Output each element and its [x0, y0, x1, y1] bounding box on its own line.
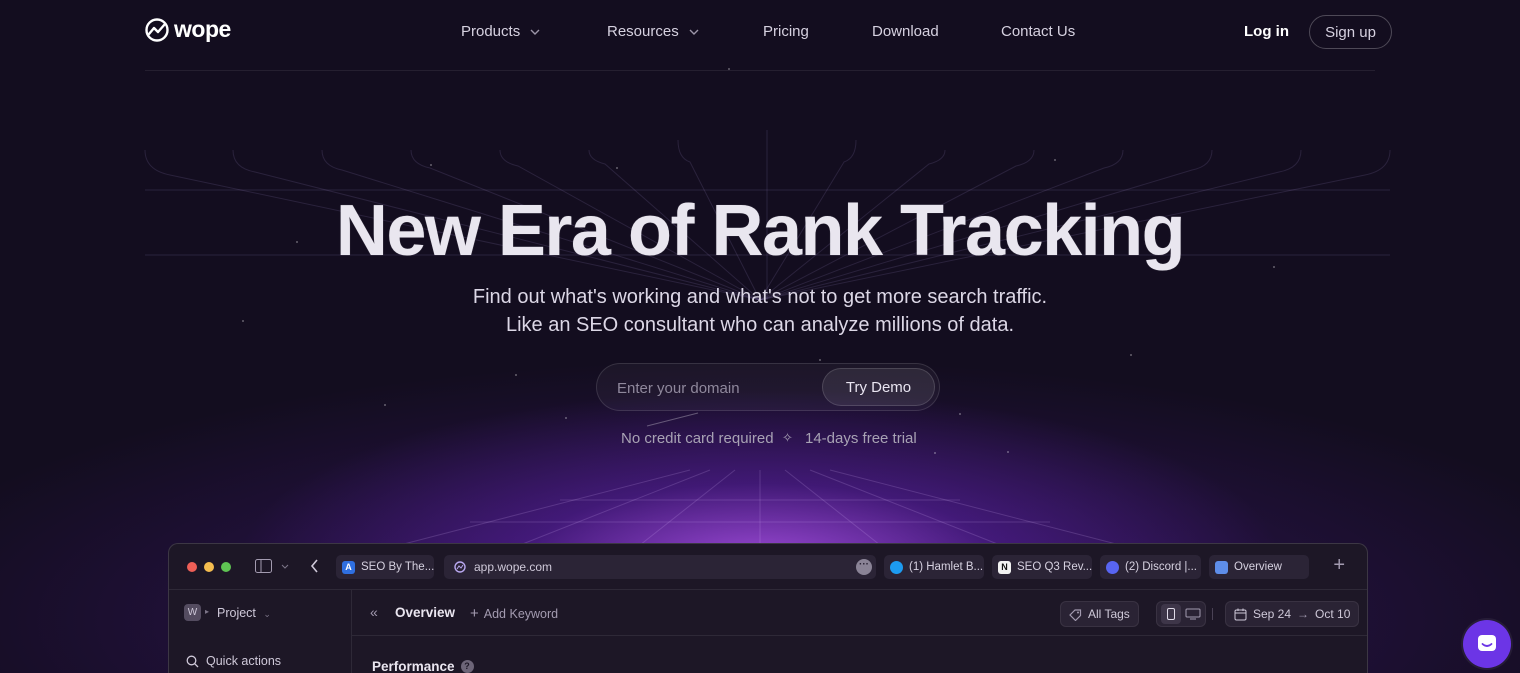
chevron-down-icon: [281, 564, 289, 569]
new-tab-plus-icon[interactable]: +: [1333, 554, 1345, 577]
domain-input[interactable]: [617, 376, 817, 400]
tab-discord[interactable]: (2) Discord |...: [1100, 555, 1201, 579]
wope-logo-icon: [145, 17, 169, 42]
calendar-icon: [1234, 608, 1247, 620]
brand-name: wope: [174, 16, 231, 42]
search-icon: [186, 655, 199, 667]
hero-headline: New Era of Rank Tracking: [335, 191, 1186, 271]
date-range-picker[interactable]: Sep 24 → Oct 10: [1225, 601, 1360, 627]
no-credit-card-note: No credit card required: [621, 430, 774, 447]
date-from: Sep 24: [1253, 607, 1292, 621]
hero-subline-2: Like an SEO consultant who can analyze m…: [505, 314, 1015, 336]
tab-label: SEO Q3 Rev...: [1017, 561, 1092, 573]
tab-label: (1) Hamlet B...: [909, 561, 984, 573]
tab-label: (2) Discord |...: [1125, 561, 1197, 573]
chat-launcher-button[interactable]: [1463, 620, 1511, 668]
nav-download[interactable]: Download: [872, 23, 939, 40]
plus-icon: +: [470, 605, 479, 622]
shop-icon: [1215, 560, 1228, 574]
toolbar-divider: [1212, 608, 1213, 620]
page-title: Overview: [395, 605, 456, 620]
more-options-icon[interactable]: ···: [856, 559, 872, 575]
device-toggle: [1156, 601, 1206, 627]
twitter-icon: [890, 560, 903, 574]
signup-button[interactable]: Sign up: [1309, 15, 1392, 49]
app-preview-window: A SEO By The... app.wope.com ··· (1) Ham…: [168, 543, 1368, 673]
mobile-icon: [1167, 608, 1175, 620]
tab-label: SEO By The...: [361, 561, 434, 573]
tab-label: Overview: [1234, 561, 1282, 573]
hero-subline-1: Find out what's working and what's not t…: [472, 286, 1048, 308]
app-toolbar: « Overview + Add Keyword All Tags Sep 24 …: [352, 590, 1367, 636]
performance-label: Performance: [372, 659, 455, 673]
minimize-dot: [204, 562, 214, 572]
collapse-icon[interactable]: «: [370, 604, 378, 620]
chat-icon: [1478, 635, 1496, 651]
wope-favicon-icon: [454, 561, 466, 573]
tab-overview[interactable]: Overview: [1209, 555, 1309, 579]
top-navigation: wope Products Resources Pricing Download…: [0, 0, 1520, 70]
url-text: app.wope.com: [474, 560, 553, 574]
chevron-down-icon: ⌄: [263, 609, 271, 619]
login-link[interactable]: Log in: [1244, 23, 1289, 40]
browser-titlebar: A SEO By The... app.wope.com ··· (1) Ham…: [169, 544, 1367, 590]
chevron-down-icon: [530, 29, 540, 35]
nav-resources-label: Resources: [607, 23, 679, 40]
nav-resources[interactable]: Resources: [607, 23, 699, 40]
caret-right-icon: ▸: [205, 607, 210, 616]
domain-form: Try Demo: [596, 363, 940, 411]
project-selector[interactable]: Project ⌄: [217, 606, 271, 620]
tags-filter[interactable]: All Tags: [1060, 601, 1139, 627]
add-keyword-label: Add Keyword: [483, 607, 559, 621]
arrow-right-icon: →: [1297, 607, 1310, 621]
close-dot: [187, 562, 197, 572]
date-to: Oct 10: [1315, 607, 1351, 621]
tab-favicon-icon: A: [342, 560, 355, 574]
sparkle-icon: ✧: [782, 430, 793, 445]
tag-icon: [1069, 608, 1082, 621]
nav-pricing[interactable]: Pricing: [763, 23, 809, 40]
url-bar[interactable]: app.wope.com ···: [444, 555, 876, 579]
mobile-toggle[interactable]: [1161, 604, 1181, 624]
add-keyword-button[interactable]: + Add Keyword: [470, 605, 558, 622]
quick-actions-label: Quick actions: [206, 654, 282, 668]
performance-section-title: Performance ?: [372, 659, 474, 673]
sidebar-toggle-icon[interactable]: [255, 559, 272, 573]
project-avatar: W: [184, 604, 201, 621]
tab-hamlet[interactable]: (1) Hamlet B...: [884, 555, 984, 579]
app-sidebar: W ▸ Project ⌄ Quick actions: [169, 590, 352, 673]
free-trial-note: 14-days free trial: [805, 430, 917, 447]
chevron-down-icon: [689, 29, 699, 35]
tags-filter-label: All Tags: [1088, 607, 1130, 621]
maximize-dot: [221, 562, 231, 572]
help-icon[interactable]: ?: [460, 660, 474, 673]
notion-icon: N: [998, 560, 1011, 574]
desktop-icon[interactable]: [1185, 608, 1201, 620]
back-arrow-icon[interactable]: [310, 559, 319, 573]
tab-seo-q3[interactable]: N SEO Q3 Rev...: [992, 555, 1092, 579]
nav-products[interactable]: Products: [461, 23, 540, 40]
nav-divider: [145, 70, 1375, 71]
nav-contact-us[interactable]: Contact Us: [1001, 23, 1075, 40]
brand-logo[interactable]: wope: [144, 16, 231, 43]
quick-actions[interactable]: Quick actions: [186, 654, 281, 668]
discord-icon: [1106, 560, 1119, 574]
try-demo-button[interactable]: Try Demo: [822, 368, 935, 406]
project-label: Project: [217, 606, 256, 620]
nav-products-label: Products: [461, 23, 521, 40]
tab-seo-by-the[interactable]: A SEO By The...: [336, 555, 434, 579]
